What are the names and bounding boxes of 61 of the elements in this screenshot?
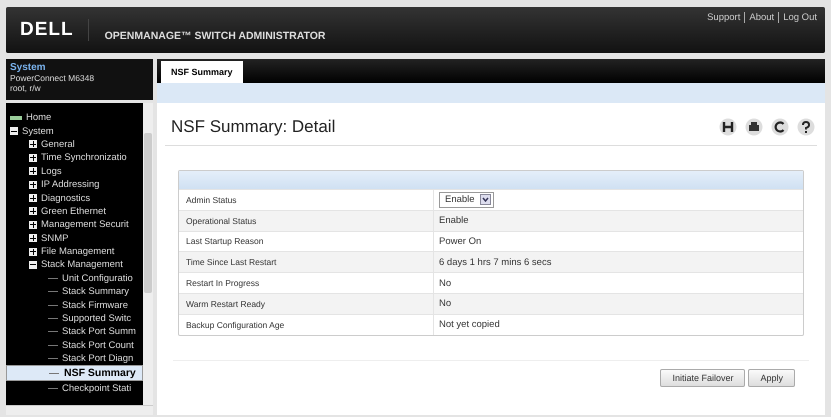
expander-icon[interactable] — [29, 260, 37, 269]
field-value: No — [439, 278, 452, 289]
admin-status-dropdown[interactable]: Enable — [439, 192, 494, 208]
header-link[interactable]: Support — [707, 12, 740, 23]
tree-item[interactable]: Time Synchronizatio — [6, 151, 143, 165]
user-info: root, r/w — [10, 83, 42, 93]
expander-icon[interactable] — [29, 154, 37, 162]
save-icon[interactable] — [719, 118, 737, 136]
tree-item[interactable]: IP Addressing — [6, 178, 143, 192]
tree-item[interactable]: NSF Summary — [6, 365, 143, 382]
expander-icon[interactable] — [29, 220, 37, 229]
tab[interactable]: NSF Summary — [161, 61, 243, 83]
tree-item[interactable]: Stack Management — [6, 258, 143, 272]
product-name: OPENMANAGE™ SWITCH ADMINISTRATOR — [104, 30, 326, 42]
field-label: Backup Configuration Age — [179, 314, 434, 335]
header-link[interactable]: About — [744, 12, 774, 23]
expander-icon[interactable] — [29, 207, 37, 216]
tree-item[interactable]: Stack Port Count — [6, 338, 143, 352]
tree-item[interactable]: System — [6, 124, 143, 138]
tree-item[interactable]: Supported Switc — [6, 312, 143, 326]
tree-item[interactable]: Green Ethernet — [6, 204, 143, 218]
field-label: Operational Status — [179, 210, 434, 231]
expander-icon[interactable] — [29, 140, 37, 148]
tree-item[interactable]: Diagnostics — [6, 191, 143, 205]
expander-icon[interactable] — [29, 167, 37, 176]
refresh-icon[interactable] — [771, 118, 789, 136]
horizontal-scrollbar[interactable] — [6, 405, 153, 415]
tree-item[interactable]: General — [6, 138, 143, 152]
field-value: Enable — [439, 215, 469, 226]
vertical-scrollbar[interactable] — [143, 103, 153, 405]
print-icon[interactable] — [745, 118, 763, 136]
tree-item[interactable]: Stack Port Summ — [6, 325, 143, 339]
field-value: 6 days 1 hrs 7 mins 6 secs — [439, 256, 552, 268]
logo: DELL — [20, 19, 89, 41]
tree-item[interactable]: Stack Summary — [6, 285, 143, 298]
expander-icon[interactable] — [29, 234, 37, 242]
action-button[interactable]: Apply — [748, 368, 795, 387]
expander-icon[interactable] — [29, 248, 37, 256]
page-title: NSF Summary: Detail — [171, 117, 336, 137]
tree-item[interactable]: File Management — [6, 244, 143, 258]
header-link[interactable]: Log Out — [778, 12, 817, 23]
field-label: Time Since Last Restart — [179, 252, 434, 272]
tree-item[interactable]: SNMP — [6, 232, 143, 245]
tree-item[interactable]: Home — [6, 111, 143, 124]
expander-icon[interactable] — [29, 194, 37, 202]
field-value: No — [439, 298, 452, 310]
action-button[interactable]: Initiate Failover — [660, 368, 746, 387]
expander-icon[interactable] — [10, 127, 18, 136]
device-model: PowerConnect M6348 — [10, 73, 96, 83]
system-title: System — [10, 62, 47, 73]
expander-icon[interactable] — [29, 180, 37, 189]
field-value: Not yet copied — [439, 319, 500, 330]
field-value: Power On — [439, 236, 482, 247]
tree-item[interactable]: Management Securit — [6, 218, 143, 232]
tree-item[interactable]: Checkpoint Stati — [6, 381, 143, 395]
tree-item[interactable]: Stack Firmware — [6, 298, 143, 312]
help-icon[interactable] — [797, 118, 815, 136]
tree-item[interactable]: Unit Configuratio — [6, 272, 143, 286]
tree-item[interactable]: Logs — [6, 164, 143, 178]
field-label: Warm Restart Ready — [179, 294, 434, 314]
tree-item[interactable]: Stack Port Diagn — [6, 352, 143, 366]
